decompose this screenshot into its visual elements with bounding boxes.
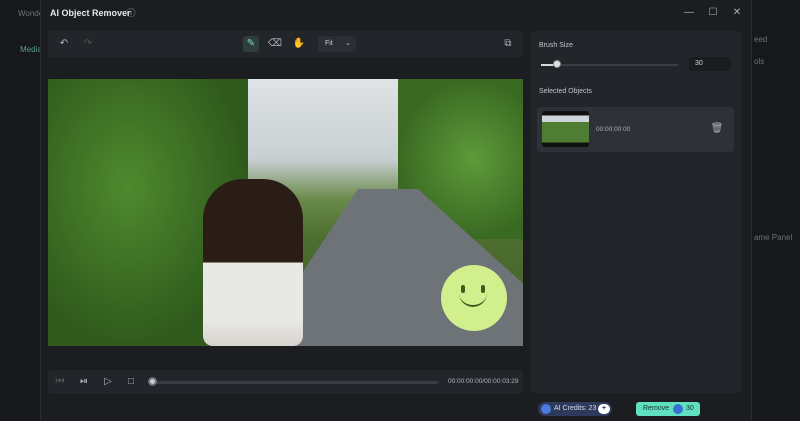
selected-object-item[interactable]: 00:00:00:00 🗑 [537, 107, 734, 152]
tab-media[interactable]: Media [20, 45, 42, 54]
bg-tools: ols [754, 57, 765, 66]
toolbar: ↶ ↷ ✎ ⌫ ✋ Fit ⌄ ⧉ [48, 31, 523, 57]
remove-label: Remove [643, 405, 670, 412]
brush-size-input[interactable]: 30 [689, 57, 731, 71]
close-icon[interactable]: ✕ [729, 5, 745, 21]
play-icon[interactable]: ▷ [100, 374, 116, 390]
eraser-icon[interactable]: ⌫ [267, 36, 283, 52]
fit-label: Fit [325, 40, 333, 47]
trash-icon[interactable]: 🗑 [709, 121, 725, 137]
zoom-fit-select[interactable]: Fit ⌄ [318, 36, 356, 52]
stop-icon[interactable]: □ [123, 374, 139, 390]
brush-icon[interactable]: ✎ [243, 36, 259, 52]
ai-icon [673, 404, 683, 414]
object-timecode: 00:00:00:00 [596, 126, 631, 133]
bg-header: eed [754, 35, 768, 44]
rider [203, 179, 303, 346]
play-selected-icon[interactable]: ⏯ [76, 374, 92, 390]
brush-size-slider[interactable] [541, 64, 678, 66]
add-credits-button[interactable]: + [598, 404, 610, 414]
compare-icon[interactable]: ⧉ [500, 36, 516, 52]
dialog-title: AI Object Remover [50, 8, 131, 18]
info-icon[interactable]: ⓘ [123, 5, 139, 21]
undo-icon[interactable]: ↶ [56, 36, 72, 52]
minimize-icon[interactable]: — [681, 5, 697, 21]
playhead[interactable] [148, 377, 157, 386]
settings-panel: Brush Size 30 Selected Objects 00:00:00:… [531, 31, 741, 393]
timeline-scrubber[interactable] [152, 381, 438, 384]
timecode: 00:00:00:00/00:00:03:29 [448, 378, 519, 385]
player-bar: ⏮ ⏯ ▷ □ 00:00:00:00/00:00:03:29 [48, 370, 523, 394]
brush-size-label: Brush Size [539, 42, 573, 49]
smiley-mask [441, 265, 507, 331]
selected-objects-label: Selected Objects [539, 88, 592, 95]
object-thumbnail [542, 111, 589, 147]
ai-credits-badge: AI Credits: 23 + [538, 402, 612, 416]
hand-icon[interactable]: ✋ [291, 36, 307, 52]
chevron-down-icon: ⌄ [345, 40, 351, 47]
bg-panel-button[interactable]: ame Panel [754, 233, 792, 242]
video-preview[interactable] [48, 79, 523, 346]
ai-icon [541, 404, 551, 414]
credits-label: AI Credits: 23 [554, 405, 597, 412]
redo-icon[interactable]: ↷ [80, 36, 96, 52]
ai-object-remover-dialog: AI Object Remover ⓘ — ☐ ✕ ↶ ↷ ✎ ⌫ ✋ Fit ⌄… [40, 0, 752, 421]
slider-handle[interactable] [553, 60, 561, 68]
prev-frame-icon[interactable]: ⏮ [52, 374, 68, 390]
maximize-icon[interactable]: ☐ [705, 5, 721, 21]
remove-cost: 30 [686, 405, 694, 412]
remove-button[interactable]: Remove 30 [636, 402, 700, 416]
